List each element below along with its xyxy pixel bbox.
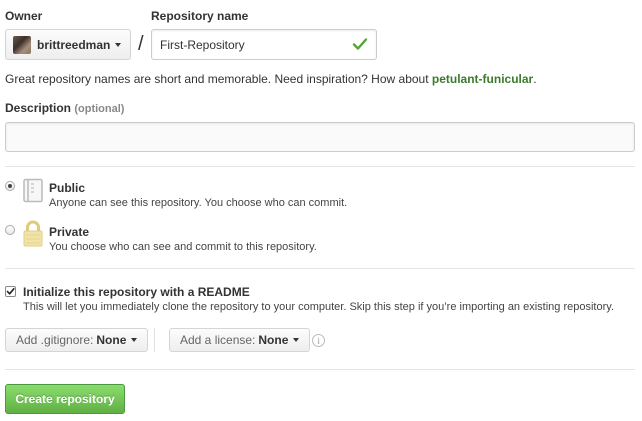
license-value: None	[258, 333, 289, 347]
chevron-down-icon	[131, 338, 138, 342]
lock-icon	[23, 220, 43, 247]
divider	[5, 369, 635, 370]
gitignore-value: None	[96, 333, 127, 347]
public-option-title[interactable]: Public	[49, 181, 85, 195]
repo-book-icon	[23, 178, 43, 203]
avatar	[13, 35, 31, 54]
gitignore-prefix: Add .gitignore:	[16, 333, 94, 347]
chevron-down-icon	[115, 42, 122, 47]
repo-name-input[interactable]	[151, 29, 377, 60]
create-repository-button[interactable]: Create repository	[5, 384, 125, 414]
divider	[5, 166, 635, 167]
divider	[5, 268, 635, 269]
private-option-description: You choose who can see and commit to thi…	[49, 241, 317, 253]
readme-title[interactable]: Initialize this repository with a README	[23, 285, 250, 299]
public-option-description: Anyone can see this repository. You choo…	[49, 197, 348, 209]
vertical-divider	[154, 328, 155, 352]
description-label-text: Description	[5, 101, 72, 115]
readme-checkbox[interactable]	[5, 286, 16, 297]
owner-select-button[interactable]: brittreedman	[5, 29, 131, 60]
check-icon	[6, 288, 15, 295]
license-select-button[interactable]: Add a license: None	[169, 328, 311, 352]
info-icon[interactable]: i	[312, 334, 325, 347]
readme-description: This will let you immediately clone the …	[23, 301, 614, 313]
hint-text: Great repository names are short and mem…	[5, 72, 432, 86]
hint-end: .	[533, 72, 537, 86]
license-prefix: Add a license:	[180, 333, 256, 347]
suggested-name-link[interactable]: petulant-funicular	[432, 72, 533, 86]
public-radio[interactable]	[5, 181, 15, 191]
description-input[interactable]	[5, 122, 635, 152]
owner-username: brittreedman	[37, 37, 111, 52]
private-radio[interactable]	[5, 225, 15, 235]
repo-name-label: Repository name	[151, 9, 249, 23]
private-option-title[interactable]: Private	[49, 225, 89, 239]
repo-name-hint: Great repository names are short and mem…	[5, 72, 537, 86]
owner-label: Owner	[5, 9, 43, 23]
optional-note: (optional)	[74, 103, 125, 115]
chevron-down-icon	[293, 338, 300, 342]
check-icon	[352, 38, 368, 50]
gitignore-select-button[interactable]: Add .gitignore: None	[5, 328, 149, 352]
description-label: Description (optional)	[5, 101, 124, 115]
owner-repo-separator: /	[138, 33, 144, 55]
